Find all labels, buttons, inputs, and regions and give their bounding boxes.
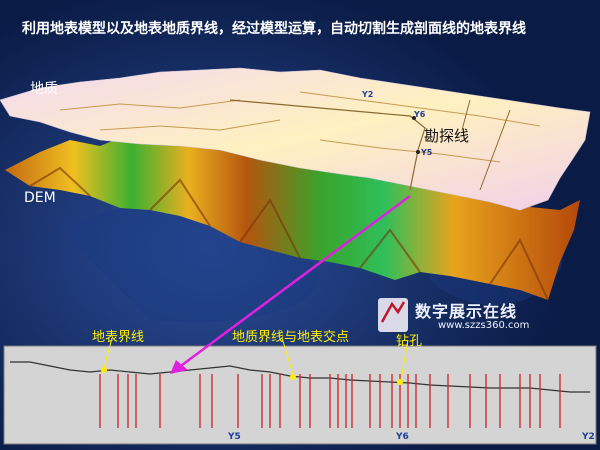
intersection-label: 地质界线与地表交点 <box>232 330 350 345</box>
watermark-url: www.szzs360.com <box>438 320 530 331</box>
profile-axis-y6: Y6 <box>396 432 409 442</box>
geology-label: 地质 <box>30 81 58 97</box>
scene-canvas <box>0 0 600 450</box>
marker-y5-point <box>416 150 420 154</box>
intersection-point <box>290 374 296 380</box>
marker-y2-label: Y2 <box>362 90 374 99</box>
profile-axis-y5: Y5 <box>228 432 241 442</box>
marker-y5-label: Y5 <box>421 148 433 157</box>
page-title: 利用地表模型以及地表地质界线，经过模型运算，自动切割生成剖面线的地表界线 <box>22 21 526 37</box>
marker-y6-label: Y6 <box>414 110 426 119</box>
survey-line-label: 勘探线 <box>424 127 470 145</box>
profile-axis-y2: Y2 <box>582 432 595 442</box>
surface-line-label: 地表界线 <box>92 330 145 345</box>
drill-label: 钻孔 <box>396 334 423 349</box>
watermark-name: 数字展示在线 <box>415 302 518 321</box>
dem-label: DEM <box>24 190 56 206</box>
drill-point <box>397 379 403 385</box>
